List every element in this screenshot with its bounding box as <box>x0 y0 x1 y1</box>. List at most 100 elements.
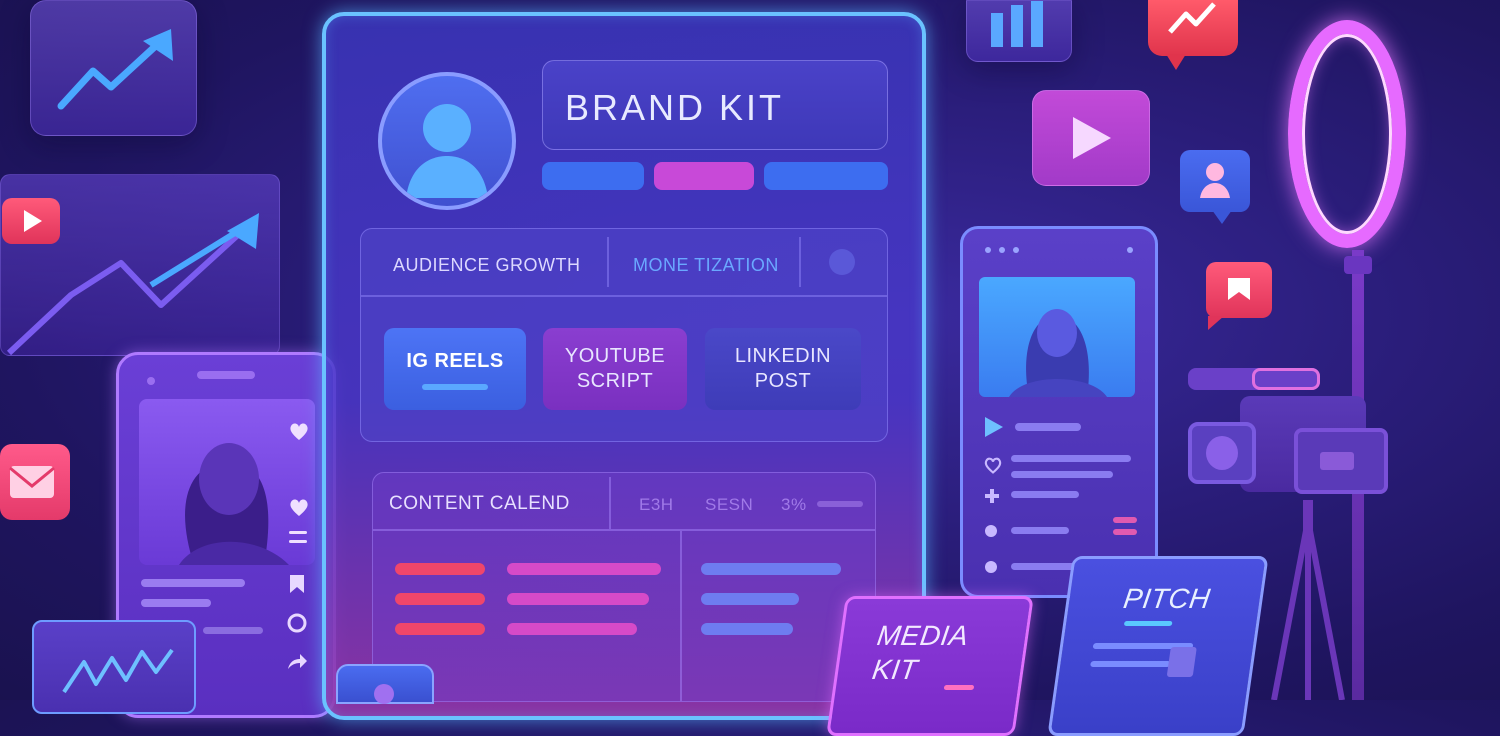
menu-icon[interactable] <box>289 531 307 543</box>
phone-speaker <box>197 371 255 379</box>
calendar-header-line <box>817 501 863 507</box>
calendar-entry[interactable] <box>701 563 841 575</box>
stat-pink <box>1113 529 1137 535</box>
camera-handle-outline <box>1252 368 1320 390</box>
color-swatch-pink[interactable] <box>654 162 754 190</box>
stand-clamp <box>1344 256 1372 274</box>
mail-icon <box>9 466 55 498</box>
tab-separator <box>799 237 801 287</box>
calendar-entry[interactable] <box>507 593 649 605</box>
line-chart-icon <box>62 648 174 694</box>
youtube-play-badge[interactable] <box>2 198 60 244</box>
profile-badge-tail <box>1212 210 1232 224</box>
stat-line <box>1011 471 1113 478</box>
phone-camera-dot <box>147 377 155 385</box>
youtube-script-button[interactable]: YOUTUBE SCRIPT <box>543 328 687 410</box>
color-swatch-blue-2[interactable] <box>764 162 888 190</box>
window-dots <box>985 247 1019 253</box>
pitch-underline <box>1123 621 1173 626</box>
ig-reels-button[interactable]: IG REELS <box>384 328 526 410</box>
tab-monetization[interactable]: MONE TIZATION <box>633 255 779 276</box>
caption-line <box>141 599 211 607</box>
calendar-entry[interactable] <box>701 623 793 635</box>
stat-pink <box>1113 517 1137 523</box>
bar-chart-tile[interactable] <box>966 0 1072 62</box>
heart-icon[interactable] <box>287 419 311 443</box>
tab-divider <box>361 295 887 297</box>
bullet-dot <box>985 525 997 537</box>
user-icon <box>1200 163 1230 198</box>
linkedin-post-label: LINKEDIN POST <box>734 345 832 392</box>
media-kit-card[interactable]: MEDIA KIT <box>826 596 1034 736</box>
trend-up-icon <box>1168 2 1216 34</box>
linkedin-post-button[interactable]: LINKEDIN POST <box>705 328 861 410</box>
trend-badge-tail <box>1166 54 1186 70</box>
ring-light-inner <box>1302 34 1392 234</box>
like-icon[interactable] <box>287 495 311 519</box>
media-kit-underline <box>943 685 975 690</box>
pitch-title: PITCH <box>1121 583 1213 614</box>
ig-reels-underline <box>422 383 488 390</box>
calendar-entry[interactable] <box>507 563 661 575</box>
user-icon <box>406 104 488 198</box>
pitch-card[interactable]: PITCH <box>1047 556 1269 736</box>
plus-icon[interactable] <box>983 487 1001 505</box>
trend-chart-tile[interactable] <box>30 0 197 136</box>
camera-icon[interactable] <box>1188 368 1388 508</box>
bar-chart-icon <box>991 1 1043 47</box>
play-icon <box>24 210 42 232</box>
media-kit-title: MEDIA KIT <box>870 620 971 685</box>
calendar-col-2[interactable]: SESN <box>705 495 753 515</box>
bookmark-badge[interactable] <box>1206 262 1272 318</box>
book-icon <box>1228 278 1250 300</box>
play-icon[interactable] <box>981 415 1005 439</box>
window-dot-right <box>1127 247 1133 253</box>
stat-line <box>1011 527 1069 534</box>
stat-line <box>1011 491 1079 498</box>
calendar-entry[interactable] <box>701 593 799 605</box>
pitch-line <box>1090 661 1171 667</box>
mail-badge[interactable] <box>0 444 70 520</box>
avatar[interactable] <box>378 72 516 210</box>
content-calendar: CONTENT CALEND E3H SESN 3% <box>372 472 876 702</box>
tripod <box>1268 500 1348 701</box>
calendar-entry[interactable] <box>395 563 485 575</box>
calendar-body-divider <box>680 531 682 701</box>
trend-up-icon <box>57 29 173 110</box>
phone-mockup-right[interactable] <box>960 226 1158 598</box>
brand-kit-header[interactable]: BRAND KIT <box>542 60 888 150</box>
trend-badge[interactable] <box>1148 0 1238 56</box>
video-title-line <box>1015 423 1081 431</box>
calendar-col-1[interactable]: E3H <box>639 495 674 515</box>
calendar-col-divider <box>609 477 611 529</box>
tab-separator <box>607 237 609 287</box>
comment-icon[interactable] <box>285 611 309 635</box>
ig-reels-label: IG REELS <box>406 349 504 372</box>
caption-line <box>141 579 245 587</box>
color-swatch-blue[interactable] <box>542 162 644 190</box>
bookmark-badge-tail <box>1208 316 1224 330</box>
calendar-col-3[interactable]: 3% <box>781 495 807 515</box>
calendar-entry[interactable] <box>395 593 485 605</box>
bullet-dot <box>985 561 997 573</box>
calendar-header-divider <box>373 529 875 531</box>
tab-more-dot[interactable] <box>829 249 855 275</box>
camera-lens <box>1188 422 1256 484</box>
person-silhouette-icon <box>1009 309 1107 397</box>
video-play-tile[interactable] <box>1032 90 1150 186</box>
stat-line <box>1011 455 1131 462</box>
tab-audience-growth[interactable]: AUDIENCE GROWTH <box>393 255 581 276</box>
share-icon[interactable] <box>285 651 309 673</box>
heart-icon[interactable] <box>983 455 1003 475</box>
youtube-script-label: YOUTUBE SCRIPT <box>564 345 666 392</box>
page-title: BRAND KIT <box>565 87 785 128</box>
video-thumbnail[interactable] <box>979 277 1135 397</box>
app-icon-bottom[interactable] <box>336 664 434 704</box>
caption-line <box>203 627 263 634</box>
calendar-entry[interactable] <box>507 623 637 635</box>
camera-screen <box>1294 428 1388 494</box>
pitch-chart-block <box>1166 647 1197 677</box>
calendar-entry[interactable] <box>395 623 485 635</box>
bookmark-icon[interactable] <box>287 573 307 595</box>
profile-badge[interactable] <box>1180 150 1250 212</box>
